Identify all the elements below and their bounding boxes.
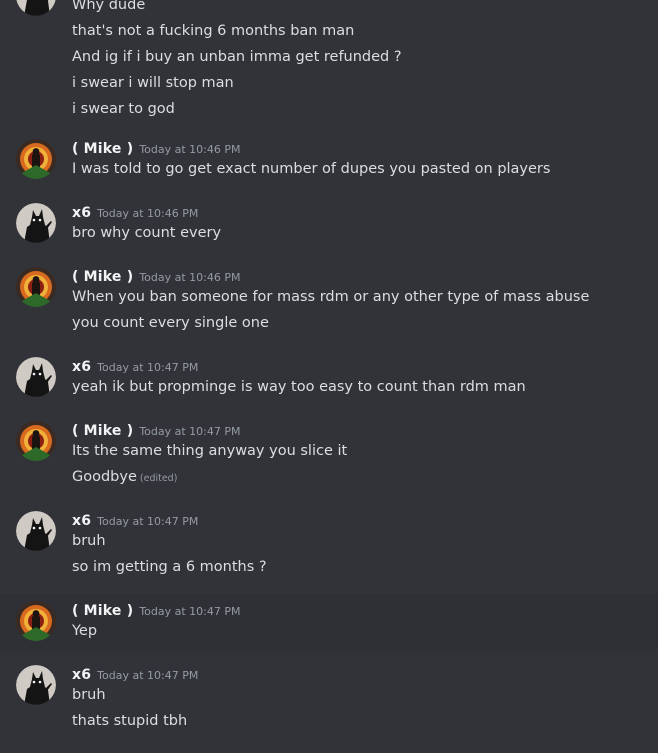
message-text: bruh	[72, 533, 106, 549]
username[interactable]: x6	[72, 359, 91, 375]
message-text: thats stupid tbh	[72, 713, 188, 729]
message-header: x6 Today at 10:47 PM	[72, 664, 198, 686]
message-line: yeah ik but propminge is way too easy to…	[72, 377, 526, 397]
chat-message-list[interactable]: Why dude that's not a fucking 6 months ba…	[0, 0, 658, 753]
message-line: bro why count every	[72, 223, 221, 243]
message-text: Yep	[72, 623, 98, 639]
message-text: i swear to god	[72, 101, 175, 117]
message-text: that's not a fucking 6 months ban man	[72, 23, 355, 39]
username[interactable]: ( Mike )	[72, 269, 133, 285]
username[interactable]: ( Mike )	[72, 603, 133, 619]
username[interactable]: ( Mike )	[72, 423, 133, 439]
timestamp: Today at 10:46 PM	[139, 143, 241, 156]
x6-avatar[interactable]	[16, 511, 56, 551]
username[interactable]: x6	[72, 667, 91, 683]
message-line: Yep	[72, 621, 97, 641]
message-header: ( Mike ) Today at 10:46 PM	[72, 138, 241, 160]
message-group: x6 Today at 10:46 PM bro why count every	[0, 196, 658, 253]
message-line: so im getting a 6 months ?	[72, 557, 267, 577]
message-text: I was told to go get exact number of dup…	[72, 161, 551, 177]
timestamp: Today at 10:47 PM	[139, 425, 241, 438]
timestamp: Today at 10:47 PM	[139, 605, 241, 618]
timestamp: Today at 10:46 PM	[97, 207, 199, 220]
message-group: x6 Today at 10:47 PM bruh thats stupid tbh	[0, 658, 658, 741]
timestamp: Today at 10:46 PM	[139, 271, 241, 284]
timestamp: Today at 10:47 PM	[97, 515, 199, 528]
message-line: Its the same thing anyway you slice it	[72, 441, 347, 461]
mike-avatar[interactable]	[16, 601, 56, 641]
username[interactable]: x6	[72, 205, 91, 221]
x6-avatar[interactable]	[16, 203, 56, 243]
message-group-continued: Why dude that's not a fucking 6 months ba…	[0, 0, 658, 127]
message-group: x6 Today at 10:47 PM yeah ik but propminge…	[0, 350, 658, 407]
message-header: ( Mike ) Today at 10:47 PM	[72, 420, 241, 442]
message-line: When you ban someone for mass rdm or any…	[72, 287, 589, 307]
message-group: ( Mike ) Today at 10:46 PM I was told to g…	[0, 132, 658, 189]
mike-avatar[interactable]	[16, 267, 56, 307]
message-line: Goodbye (edited)	[72, 467, 177, 489]
mike-avatar[interactable]	[16, 139, 56, 179]
x6-avatar[interactable]	[16, 357, 56, 397]
message-text: And ig if i buy an unban imma get refund…	[72, 49, 402, 65]
message-header: x6 Today at 10:46 PM	[72, 202, 198, 224]
message-line: I was told to go get exact number of dup…	[72, 159, 550, 179]
message-text: yeah ik but propminge is way too easy to…	[72, 379, 526, 395]
mike-avatar[interactable]	[16, 421, 56, 461]
message-line: thats stupid tbh	[72, 711, 187, 731]
message-text: i swear i will stop man	[72, 75, 234, 91]
message-group: ( Mike ) Today at 10:47 PM Yep	[0, 594, 658, 651]
timestamp: Today at 10:47 PM	[97, 361, 199, 374]
message-text: bruh	[72, 687, 106, 703]
timestamp: Today at 10:47 PM	[97, 669, 199, 682]
message-text: bro why count every	[72, 225, 222, 241]
message-text: Goodbye	[72, 469, 137, 485]
message-text: When you ban someone for mass rdm or any…	[72, 289, 590, 305]
message-header: x6 Today at 10:47 PM	[72, 510, 198, 532]
message-text: Its the same thing anyway you slice it	[72, 443, 348, 459]
username[interactable]: ( Mike )	[72, 141, 133, 157]
x6-avatar[interactable]	[16, 665, 56, 705]
message-group: ( Mike ) Today at 10:47 PM Its the same th…	[0, 414, 658, 497]
username[interactable]: x6	[72, 513, 91, 529]
x6-avatar[interactable]	[16, 0, 56, 16]
message-group: ( Mike ) Today at 10:46 PM When you ban so…	[0, 260, 658, 343]
message-text: you count every single one	[72, 315, 269, 331]
edited-label: (edited)	[139, 473, 178, 484]
message-line: bruh	[72, 531, 106, 551]
message-group: x6 Today at 10:47 PM bruh so im getting a 6…	[0, 504, 658, 587]
message-header: ( Mike ) Today at 10:46 PM	[72, 266, 241, 288]
message-text: so im getting a 6 months ?	[72, 559, 267, 575]
message-text: Why dude	[72, 0, 146, 13]
message-header: x6 Today at 10:47 PM	[72, 356, 198, 378]
message-line: bruh	[72, 685, 106, 705]
message-header: ( Mike ) Today at 10:47 PM	[72, 600, 241, 622]
message-line: you count every single one	[72, 313, 269, 333]
